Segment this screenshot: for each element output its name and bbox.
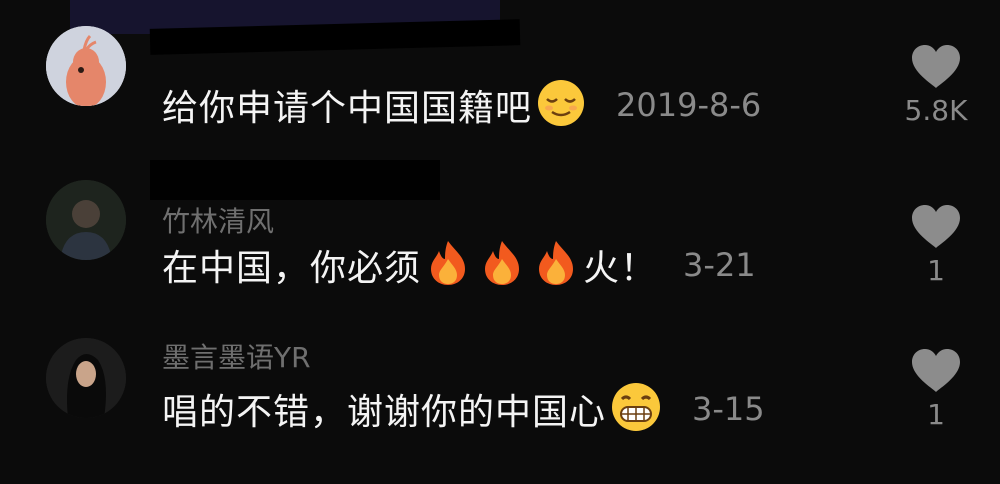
grinning-face-icon xyxy=(610,381,662,437)
comment-list: 给你申请个中国国籍吧 2019-8-6 5.8K 竹林清风 在中国，你必须 火！… xyxy=(0,0,1000,484)
fire-icon xyxy=(479,239,525,291)
comment-username[interactable]: 竹林清风 xyxy=(162,200,274,240)
avatar-image xyxy=(46,26,126,106)
heart-icon xyxy=(912,45,960,88)
relieved-face-icon xyxy=(536,78,586,132)
like-count: 5.8K xyxy=(904,94,968,127)
comment-line: 唱的不错，谢谢你的中国心 3-15 xyxy=(162,381,765,437)
comment-text: 唱的不错，谢谢你的中国心 xyxy=(162,392,607,433)
avatar[interactable] xyxy=(46,338,126,418)
comment-username[interactable]: 墨言墨语YR xyxy=(162,336,311,376)
like-count: 1 xyxy=(927,398,945,431)
comment-text: 在中国，你必须 xyxy=(162,248,422,289)
fire-icon xyxy=(425,239,471,291)
avatar-image xyxy=(46,180,126,260)
comment-text: 给你申请个中国国籍吧 xyxy=(162,88,533,129)
like-count: 1 xyxy=(927,254,945,287)
avatar[interactable] xyxy=(46,26,126,106)
comment-line: 给你申请个中国国籍吧 2019-8-6 xyxy=(162,80,761,130)
comment-item: 墨言墨语YR 唱的不错，谢谢你的中国心 3-15 1 xyxy=(0,320,1000,484)
avatar-image xyxy=(46,338,126,418)
comment-date: 3-21 xyxy=(683,246,756,284)
comment-date: 2019-8-6 xyxy=(616,86,762,124)
like-button[interactable]: 5.8K xyxy=(896,44,976,127)
like-button[interactable]: 1 xyxy=(896,348,976,431)
comment-line: 在中国，你必须 火！ 3-21 xyxy=(162,240,756,290)
comment-text: 火！ xyxy=(583,248,658,289)
avatar[interactable] xyxy=(46,180,126,260)
heart-icon xyxy=(912,349,960,392)
comment-item: 竹林清风 在中国，你必须 火！ 3-21 1 xyxy=(0,160,1000,320)
fire-icon xyxy=(533,239,579,291)
heart-icon xyxy=(912,205,960,248)
comment-item: 给你申请个中国国籍吧 2019-8-6 5.8K xyxy=(0,0,1000,160)
like-button[interactable]: 1 xyxy=(896,204,976,287)
username-redaction xyxy=(150,160,440,200)
comment-date: 3-15 xyxy=(692,390,765,428)
